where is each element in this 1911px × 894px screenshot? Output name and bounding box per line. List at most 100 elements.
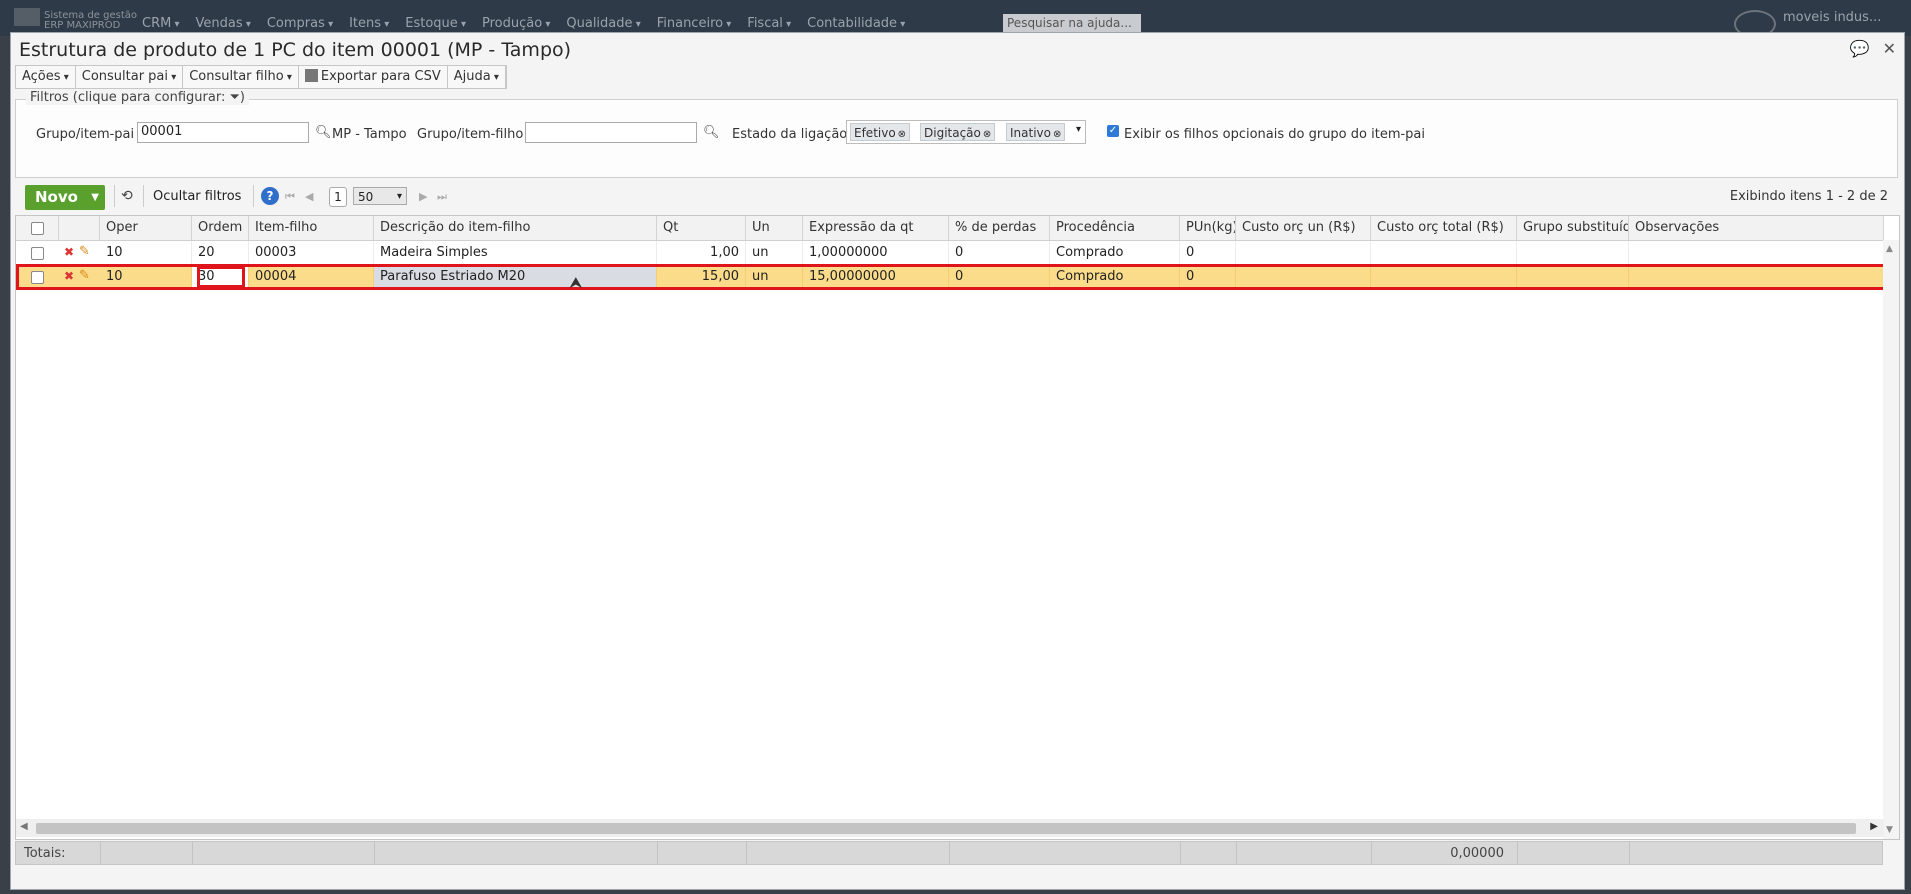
cell-item-filho[interactable]: 00003: [249, 241, 374, 265]
scrollbar-thumb[interactable]: [36, 823, 1856, 834]
close-icon[interactable]: ✕: [1883, 39, 1896, 58]
col-custo-un[interactable]: Custo orç un (R$): [1236, 216, 1371, 240]
filters-legend[interactable]: Filtros (clique para configurar: ⏷): [26, 90, 249, 105]
hide-filters-button[interactable]: Ocultar filtros: [153, 189, 241, 204]
menu-estoque[interactable]: Estoque: [405, 16, 466, 31]
cell-descricao[interactable]: Madeira Simples: [374, 241, 657, 265]
cell-ordem[interactable]: 20: [192, 241, 249, 265]
edit-icon[interactable]: ✎: [79, 244, 90, 259]
delete-icon[interactable]: ✖: [64, 245, 74, 259]
table-row-selected[interactable]: ✖ ✎ 10 30 00004 Parafuso Estriado M20 15…: [16, 265, 1884, 289]
menu-qualidade[interactable]: Qualidade: [566, 16, 640, 31]
cell-perdas[interactable]: 0: [949, 265, 1050, 289]
delete-icon[interactable]: ✖: [64, 269, 74, 283]
estado-multiselect[interactable]: Efetivo ⊗ Digitação ⊗ Inativo ⊗ ▾: [846, 120, 1086, 144]
col-ordem[interactable]: Ordem: [192, 216, 249, 240]
cell-procedencia[interactable]: Comprado: [1050, 241, 1180, 265]
next-page-icon[interactable]: ▶: [419, 190, 427, 203]
row-checkbox[interactable]: [31, 247, 44, 260]
cell-oper[interactable]: 10: [100, 265, 192, 289]
select-all-checkbox[interactable]: [31, 222, 44, 235]
filter-icon[interactable]: ⏷: [229, 90, 239, 105]
cell-procedencia[interactable]: Comprado: [1050, 265, 1180, 289]
help-search-input[interactable]: Pesquisar na ajuda...: [1003, 14, 1141, 32]
remove-tag-icon[interactable]: ⊗: [1053, 129, 1061, 140]
scroll-right-icon[interactable]: ▶: [1870, 821, 1878, 832]
col-observacoes[interactable]: Observações: [1629, 216, 1884, 240]
comment-icon[interactable]: 💬: [1850, 39, 1870, 58]
cell-qt[interactable]: 1,00: [657, 241, 746, 265]
cell-un[interactable]: un: [746, 241, 803, 265]
scroll-left-icon[interactable]: ◀: [20, 821, 28, 832]
menu-ajuda[interactable]: Ajuda: [448, 66, 506, 88]
cell-pun[interactable]: 0: [1180, 265, 1236, 289]
menu-producao[interactable]: Produção: [482, 16, 550, 31]
export-csv-button[interactable]: Exportar para CSV: [299, 66, 448, 88]
cell-grupo-subst[interactable]: [1517, 265, 1629, 289]
grupo-filho-input[interactable]: [525, 122, 697, 143]
menu-consultar-pai[interactable]: Consultar pai: [76, 66, 184, 88]
col-descricao[interactable]: Descrição do item-filho: [374, 216, 657, 240]
search-icon[interactable]: 🔍︎: [315, 125, 332, 140]
cell-custo-total[interactable]: [1371, 241, 1517, 265]
cell-custo-total[interactable]: [1371, 265, 1517, 289]
horizontal-scrollbar[interactable]: ◀ ▶: [16, 819, 1884, 837]
help-icon[interactable]: ?: [261, 187, 279, 205]
user-name[interactable]: moveis indus...: [1783, 10, 1881, 25]
prev-page-icon[interactable]: ◀: [305, 190, 313, 203]
menu-acoes[interactable]: Ações: [16, 66, 76, 88]
chevron-down-icon[interactable]: ▼: [91, 185, 99, 210]
menu-consultar-filho[interactable]: Consultar filho: [183, 66, 299, 88]
cell-observacoes[interactable]: [1629, 241, 1884, 265]
menu-crm[interactable]: CRM: [142, 16, 180, 31]
edit-icon[interactable]: ✎: [79, 268, 90, 283]
table-row[interactable]: ✖ ✎ 10 20 00003 Madeira Simples 1,00 un …: [16, 241, 1884, 266]
col-expressao[interactable]: Expressão da qt: [803, 216, 949, 240]
menu-financeiro[interactable]: Financeiro: [657, 16, 732, 31]
tag-efetivo[interactable]: Efetivo ⊗: [850, 123, 911, 141]
page-number-input[interactable]: 1: [329, 187, 347, 207]
menu-contabilidade[interactable]: Contabilidade: [807, 16, 905, 31]
cell-qt[interactable]: 15,00: [657, 265, 746, 289]
cell-descricao[interactable]: Parafuso Estriado M20: [374, 265, 657, 289]
vertical-scrollbar[interactable]: ▲ ▼: [1883, 240, 1899, 839]
col-un[interactable]: Un: [746, 216, 803, 240]
first-page-icon[interactable]: ⏮: [285, 190, 295, 204]
cell-perdas[interactable]: 0: [949, 241, 1050, 265]
cell-observacoes[interactable]: [1629, 265, 1884, 289]
cell-un[interactable]: un: [746, 265, 803, 289]
scroll-down-icon[interactable]: ▼: [1886, 825, 1893, 835]
cell-expressao[interactable]: 1,00000000: [803, 241, 949, 265]
novo-button[interactable]: Novo ▼: [25, 185, 105, 210]
cell-custo-un[interactable]: [1236, 241, 1371, 265]
col-oper[interactable]: Oper: [100, 216, 192, 240]
cell-item-filho[interactable]: 00004: [249, 265, 374, 289]
optional-children-checkbox[interactable]: ✓: [1107, 125, 1119, 137]
col-perdas[interactable]: % de perdas: [949, 216, 1050, 240]
last-page-icon[interactable]: ⏭: [437, 190, 447, 204]
row-checkbox[interactable]: [31, 271, 44, 284]
col-item-filho[interactable]: Item-filho: [249, 216, 374, 240]
cell-pun[interactable]: 0: [1180, 241, 1236, 265]
remove-tag-icon[interactable]: ⊗: [983, 129, 991, 140]
cell-grupo-subst[interactable]: [1517, 241, 1629, 265]
chevron-down-icon[interactable]: ▾: [1076, 124, 1081, 135]
grupo-pai-input[interactable]: 00001: [137, 122, 309, 143]
refresh-icon[interactable]: ⟲: [121, 188, 133, 204]
cell-custo-un[interactable]: [1236, 265, 1371, 289]
scroll-up-icon[interactable]: ▲: [1886, 244, 1893, 254]
menu-vendas[interactable]: Vendas: [196, 16, 251, 31]
menu-compras[interactable]: Compras: [267, 16, 333, 31]
menu-itens[interactable]: Itens: [349, 16, 389, 31]
col-qt[interactable]: Qt: [657, 216, 746, 240]
search-icon[interactable]: 🔍︎: [703, 125, 720, 140]
tag-inativo[interactable]: Inativo ⊗: [1006, 123, 1066, 141]
col-pun[interactable]: PUn(kg): [1180, 216, 1236, 240]
cell-ordem-editing[interactable]: 30: [192, 265, 249, 289]
page-size-select[interactable]: 50: [353, 187, 407, 206]
cell-expressao[interactable]: 15,00000000: [803, 265, 949, 289]
cell-oper[interactable]: 10: [100, 241, 192, 265]
tag-digitacao[interactable]: Digitação ⊗: [920, 123, 996, 141]
remove-tag-icon[interactable]: ⊗: [898, 129, 906, 140]
menu-fiscal[interactable]: Fiscal: [747, 16, 791, 31]
